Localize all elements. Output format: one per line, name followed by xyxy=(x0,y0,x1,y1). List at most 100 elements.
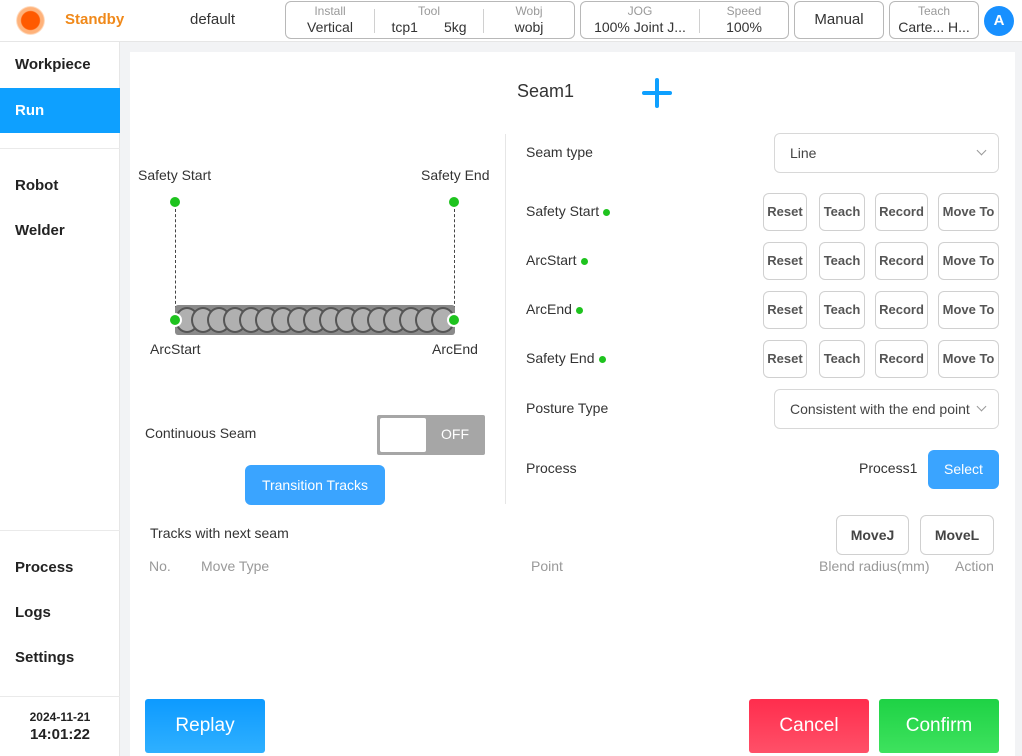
record-button[interactable]: Record xyxy=(875,193,928,231)
sidebar-item-workpiece[interactable]: Workpiece xyxy=(0,42,120,87)
jog-cell[interactable]: JOG 100% Joint J... xyxy=(581,2,699,38)
chevron-down-icon xyxy=(970,134,998,172)
wobj-cell[interactable]: Wobj wobj xyxy=(484,2,574,38)
teach-button[interactable]: Teach xyxy=(819,193,865,231)
sidebar-item-logs[interactable]: Logs xyxy=(0,590,120,635)
avatar[interactable]: A xyxy=(984,6,1014,36)
arc-start-point-icon xyxy=(168,313,182,327)
sidebar-item-run[interactable]: Run xyxy=(0,88,120,133)
toggle-knob xyxy=(380,418,426,452)
teach-panel[interactable]: Teach Carte... H... xyxy=(889,1,979,39)
sidebar-divider xyxy=(0,696,120,697)
wobj-label: Wobj xyxy=(515,4,543,18)
install-value: Vertical xyxy=(307,19,353,35)
add-movej-button[interactable]: MoveJ xyxy=(836,515,909,555)
cancel-button[interactable]: Cancel xyxy=(749,699,869,753)
move-to-button[interactable]: Move To xyxy=(938,193,999,231)
record-button[interactable]: Record xyxy=(875,242,928,280)
sidebar-item-robot[interactable]: Robot xyxy=(0,163,120,208)
teach-button[interactable]: Teach xyxy=(819,340,865,378)
jog-mode: Joint J... xyxy=(633,19,686,35)
posture-type-select[interactable]: Consistent with the end point xyxy=(774,389,999,429)
record-button[interactable]: Record xyxy=(875,340,928,378)
continuous-seam-toggle[interactable]: OFF xyxy=(377,415,485,455)
sidebar-item-process[interactable]: Process xyxy=(0,545,120,590)
move-to-button[interactable]: Move To xyxy=(938,291,999,329)
reset-button[interactable]: Reset xyxy=(763,193,807,231)
status-dot-icon xyxy=(603,208,611,216)
col-blend-radius: Blend radius(mm) xyxy=(819,558,930,574)
panel-divider xyxy=(505,134,506,504)
tool-value: tcp1 5kg xyxy=(375,18,483,36)
transition-tracks-button[interactable]: Transition Tracks xyxy=(245,465,385,505)
tracks-label: Tracks with next seam xyxy=(150,525,289,541)
motion-panel[interactable]: JOG 100% Joint J... Speed 100% xyxy=(580,1,789,39)
toggle-state: OFF xyxy=(441,426,469,442)
speed-label: Speed xyxy=(726,4,762,18)
diagram-safety-start-label: Safety Start xyxy=(138,167,212,183)
dashed-line-start xyxy=(175,209,176,309)
teach-extra: H... xyxy=(948,19,970,35)
seam-title: Seam1 xyxy=(517,81,575,101)
sidebar-divider xyxy=(0,148,120,149)
move-to-button[interactable]: Move To xyxy=(938,242,999,280)
process-value: Process1 xyxy=(859,460,918,476)
tool-name: tcp1 xyxy=(391,19,418,35)
status-dot-icon xyxy=(575,306,583,314)
sidebar-divider xyxy=(0,530,120,531)
config-panel[interactable]: Install Vertical Tool tcp1 5kg Wobj wobj xyxy=(285,1,575,39)
teach-button[interactable]: Teach xyxy=(819,242,865,280)
tool-label: Tool xyxy=(417,4,440,18)
date: 2024-11-21 xyxy=(29,710,91,724)
seam-type-select[interactable]: Line xyxy=(774,133,999,173)
point-label-arc-end: ArcEnd xyxy=(526,301,583,317)
speed-value: 100% xyxy=(726,19,762,35)
install-label: Install xyxy=(314,4,346,18)
mode-button[interactable]: Manual xyxy=(794,1,884,39)
safety-start-point-icon xyxy=(168,195,182,209)
status-dot-icon xyxy=(598,355,606,363)
chevron-down-icon xyxy=(970,390,998,428)
tool-load: 5kg xyxy=(443,19,467,35)
col-move-type: Move Type xyxy=(201,558,270,574)
sidebar-item-settings[interactable]: Settings xyxy=(0,635,120,680)
point-label-arc-start: ArcStart xyxy=(526,252,588,268)
col-no: No. xyxy=(149,558,171,574)
sidebar-item-welder[interactable]: Welder xyxy=(0,208,120,253)
teach-button[interactable]: Teach xyxy=(819,291,865,329)
process-label: Process xyxy=(526,460,577,476)
speed-cell[interactable]: Speed 100% xyxy=(700,2,788,38)
jog-value: 100% Joint J... xyxy=(581,18,699,36)
record-button[interactable]: Record xyxy=(875,291,928,329)
diagram-arc-end-label: ArcEnd xyxy=(432,341,478,357)
seam-type-value: Line xyxy=(790,145,817,161)
move-to-button[interactable]: Move To xyxy=(938,340,999,378)
teach-label: Teach xyxy=(917,4,951,18)
posture-type-value: Consistent with the end point xyxy=(790,401,970,417)
reset-button[interactable]: Reset xyxy=(763,242,807,280)
jog-percent: 100% xyxy=(594,19,630,35)
col-point: Point xyxy=(531,558,563,574)
teach-frame: Carte... xyxy=(898,19,945,35)
select-process-button[interactable]: Select xyxy=(928,450,999,489)
top-bar: Standby default Install Vertical Tool tc… xyxy=(0,0,1022,42)
confirm-button[interactable]: Confirm xyxy=(879,699,999,753)
replay-button[interactable]: Replay xyxy=(145,699,265,753)
reset-button[interactable]: Reset xyxy=(763,291,807,329)
project-name: default xyxy=(190,11,236,28)
reset-button[interactable]: Reset xyxy=(763,340,807,378)
point-label-safety-end: Safety End xyxy=(526,350,606,366)
arc-end-point-icon xyxy=(447,313,461,327)
add-seam-plus-icon[interactable] xyxy=(640,76,674,110)
safety-end-point-icon xyxy=(447,195,461,209)
install-cell[interactable]: Install Vertical xyxy=(286,2,374,38)
add-movel-button[interactable]: MoveL xyxy=(920,515,994,555)
point-label-safety-start: Safety Start xyxy=(526,203,611,219)
teach-cell[interactable]: Teach Carte... H... xyxy=(890,2,978,38)
time: 14:01:22 xyxy=(29,726,91,743)
clock: 2024-11-21 14:01:22 xyxy=(0,710,120,743)
tool-cell[interactable]: Tool tcp1 5kg xyxy=(375,2,483,38)
wobj-value: wobj xyxy=(514,19,544,35)
robot-status: Standby xyxy=(65,11,125,28)
status-indicator-icon xyxy=(16,6,45,35)
